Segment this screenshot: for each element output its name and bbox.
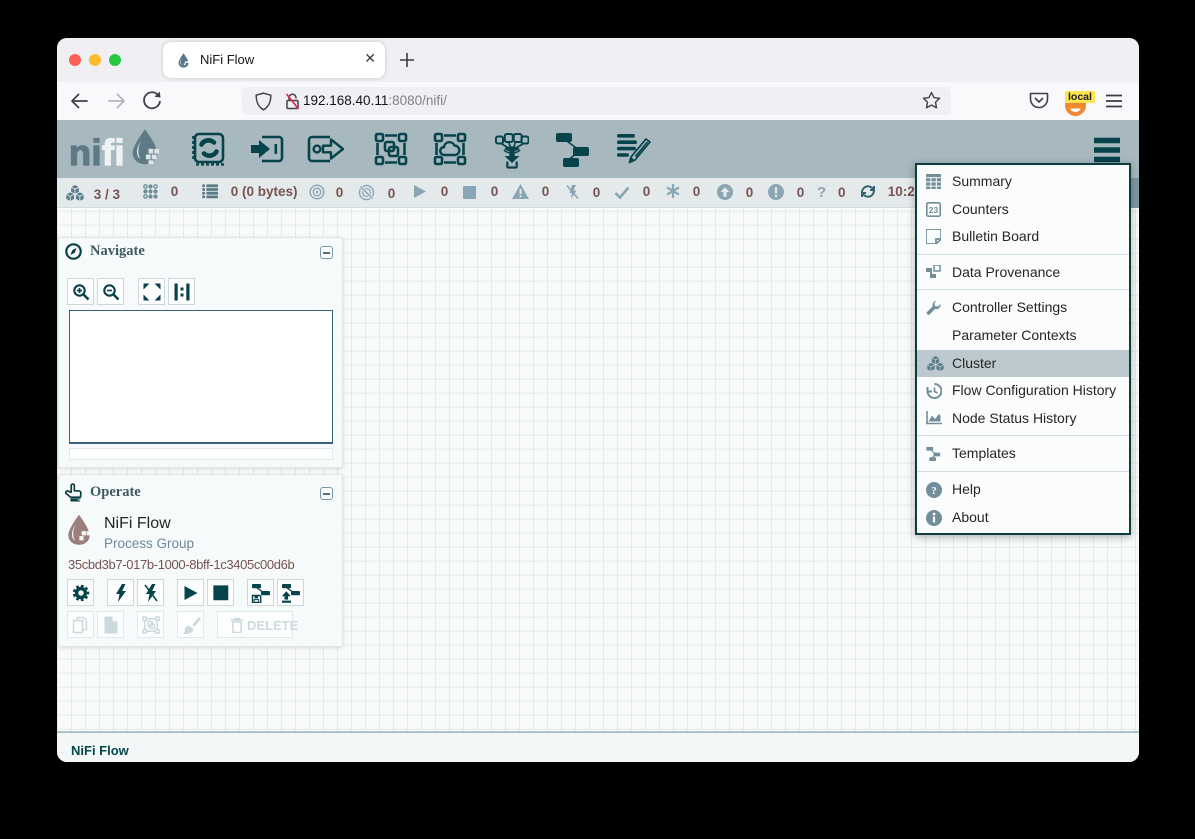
svg-text:23: 23 xyxy=(929,204,939,214)
svg-text:?: ? xyxy=(931,485,937,497)
